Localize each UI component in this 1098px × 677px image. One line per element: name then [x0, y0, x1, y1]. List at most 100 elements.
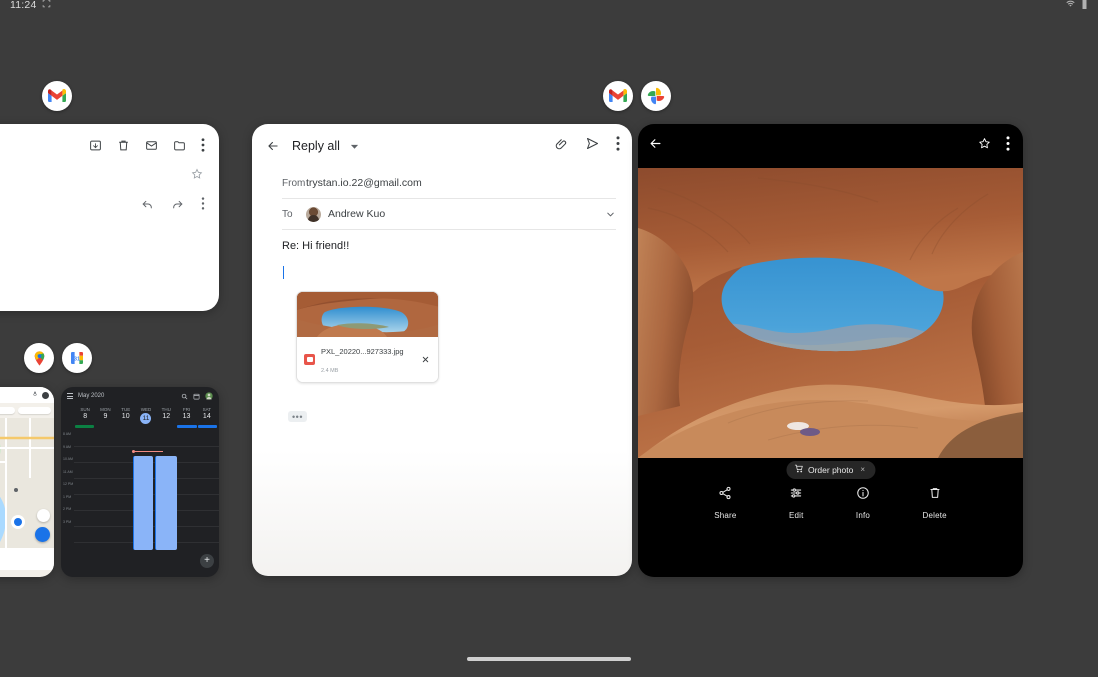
compose-app-bar: Reply all: [252, 124, 632, 168]
calendar-dow: MON: [100, 407, 111, 412]
gesture-navigation-bar[interactable]: [467, 657, 631, 661]
edit-button[interactable]: Edit: [789, 486, 804, 520]
subject-field[interactable]: Re: Hi friend!!: [252, 230, 632, 252]
calendar-day[interactable]: MON 9: [95, 407, 115, 424]
to-recipient: Andrew Kuo: [328, 208, 386, 220]
show-quoted-text-button[interactable]: •••: [288, 411, 307, 422]
avatar: [306, 206, 321, 222]
star-outline-icon[interactable]: [978, 137, 991, 155]
calendar-day[interactable]: SUN 8: [75, 407, 95, 424]
tune-icon: [789, 486, 803, 505]
back-arrow-icon[interactable]: [648, 136, 663, 156]
recents-card-maps[interactable]: [0, 387, 54, 577]
allday-event[interactable]: [197, 425, 217, 428]
app-icon-maps[interactable]: [24, 343, 54, 373]
gmail-thread-toolbar: [0, 124, 219, 157]
order-photo-chip[interactable]: Order photo ×: [785, 461, 876, 479]
allday-event[interactable]: [177, 425, 197, 428]
calendar-month-label[interactable]: May 2020: [78, 393, 104, 399]
delete-icon[interactable]: [117, 139, 130, 157]
calendar-day[interactable]: SAT 14: [197, 407, 217, 424]
image-file-icon: [304, 353, 315, 365]
app-icon-photos[interactable]: [641, 81, 671, 111]
compose-to-row[interactable]: To Andrew Kuo: [252, 199, 632, 229]
star-outline-icon[interactable]: [191, 167, 203, 185]
app-icon-calendar[interactable]: 31: [62, 343, 92, 373]
screenshot-icon: [42, 0, 51, 11]
android-recents-screen: 11:24 31 Reply all From trystan.io.22@gm…: [0, 0, 1098, 677]
event-label: [156, 465, 158, 470]
avatar[interactable]: [205, 387, 213, 405]
info-button[interactable]: Info: [856, 486, 870, 520]
maps-chip[interactable]: [0, 407, 16, 414]
back-arrow-icon[interactable]: [262, 135, 284, 157]
remove-attachment-button[interactable]: [421, 355, 432, 364]
forward-icon[interactable]: [171, 197, 184, 215]
hour-label: 11 AM: [63, 469, 73, 474]
calendar-top-actions: [181, 387, 213, 405]
recents-card-google-photos[interactable]: Order photo × Share Edit Info Delete: [638, 124, 1023, 577]
maps-layers-button[interactable]: [37, 509, 50, 522]
from-label: From: [282, 177, 306, 189]
create-event-fab[interactable]: +: [200, 554, 214, 568]
photos-app-bar: [638, 124, 1023, 168]
compose-actions: [555, 136, 620, 156]
calendar-view-icon[interactable]: [193, 387, 200, 405]
allday-gap: [136, 425, 155, 428]
maps-nav-item[interactable]: [0, 548, 54, 570]
compose-mode-title: Reply all: [292, 139, 340, 153]
delete-button[interactable]: Delete: [922, 486, 947, 520]
calendar-day[interactable]: FRI 13: [176, 407, 196, 424]
overflow-menu-icon[interactable]: [1006, 136, 1010, 156]
calendar-event[interactable]: [133, 456, 153, 550]
maps-avatar[interactable]: [42, 391, 49, 399]
maps-directions-fab[interactable]: [35, 527, 50, 542]
maps-chip[interactable]: [18, 407, 52, 414]
maps-canvas[interactable]: [0, 418, 54, 548]
calendar-daynum: 12: [162, 413, 171, 420]
recents-card-gmail-thread[interactable]: [0, 124, 219, 311]
calendar-hour-labels: 8 AM 9 AM 10 AM 11 AM 12 PM 1 PM 2 PM 3 …: [63, 432, 73, 524]
gmail-message-actions: [0, 185, 219, 215]
calendar-day-today[interactable]: WED 11: [136, 407, 156, 424]
recents-card-calendar[interactable]: May 2020 SUN 8 MON 9 TUE 10 WED 11 THU 1…: [61, 387, 219, 577]
calendar-daynum: 11: [140, 413, 152, 424]
calendar-day[interactable]: TUE 10: [116, 407, 136, 424]
calendar-time-grid[interactable]: 8 AM 9 AM 10 AM 11 AM 12 PM 1 PM 2 PM 3 …: [61, 430, 219, 573]
calendar-event[interactable]: [155, 456, 177, 550]
attachment-chip[interactable]: PXL_20220...927333.jpg 2.4 MB: [296, 291, 439, 383]
app-icon-gmail[interactable]: [42, 81, 72, 111]
recents-card-gmail-compose[interactable]: Reply all From trystan.io.22@gmail.com T…: [252, 124, 632, 576]
hamburger-menu-icon[interactable]: [67, 393, 73, 399]
send-icon[interactable]: [585, 136, 600, 156]
move-to-icon[interactable]: [173, 139, 186, 157]
search-icon[interactable]: [181, 387, 188, 405]
gmail-star-row: [0, 157, 219, 185]
attach-icon[interactable]: [555, 137, 569, 156]
dismiss-chip-button[interactable]: ×: [860, 465, 865, 474]
allday-gap: [95, 425, 114, 428]
attachment-text: PXL_20220...927333.jpg 2.4 MB: [321, 341, 415, 377]
attachment-filesize: 2.4 MB: [321, 368, 339, 374]
to-label: To: [282, 208, 293, 220]
allday-event[interactable]: [75, 425, 95, 428]
share-icon: [718, 486, 732, 505]
archive-icon[interactable]: [89, 139, 102, 157]
overflow-menu-icon[interactable]: [201, 197, 205, 215]
chevron-down-icon[interactable]: [350, 142, 359, 151]
photo-viewer-image[interactable]: [638, 168, 1023, 458]
mark-unread-icon[interactable]: [145, 139, 158, 157]
overflow-menu-icon[interactable]: [616, 136, 620, 156]
calendar-top-bar: May 2020: [61, 387, 219, 405]
app-icon-gmail[interactable]: [603, 81, 633, 111]
trash-icon: [928, 486, 942, 505]
maps-mic-icon[interactable]: [32, 390, 38, 400]
reply-icon[interactable]: [141, 197, 154, 215]
calendar-day[interactable]: THU 12: [156, 407, 176, 424]
compose-from-row[interactable]: From trystan.io.22@gmail.com: [252, 168, 632, 198]
app-icon-row-bottom-left: 31: [24, 343, 92, 373]
share-button[interactable]: Share: [714, 486, 736, 520]
chevron-down-icon[interactable]: [605, 209, 616, 220]
hour-label: 8 AM: [63, 432, 71, 436]
overflow-menu-icon[interactable]: [201, 138, 205, 157]
